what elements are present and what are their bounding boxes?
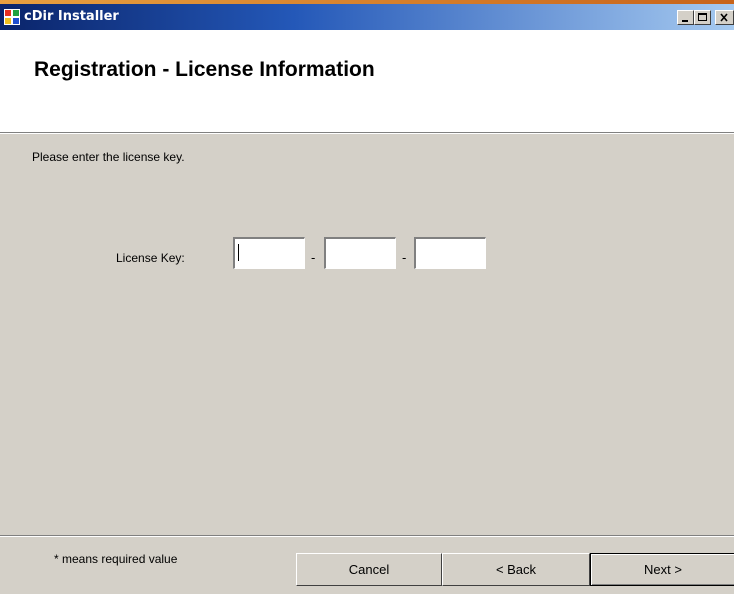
installer-app-icon [4,9,20,25]
instructions-text: Please enter the license key. [32,150,185,164]
close-button[interactable] [715,10,734,25]
cancel-button[interactable]: Cancel [296,553,442,586]
title-bar[interactable]: cDir Installer [0,4,734,30]
footer-divider-highlight [0,536,734,537]
license-key-part-2-input[interactable] [324,237,396,269]
page-title: Registration - License Information [34,58,375,81]
next-button[interactable]: Next > [590,553,734,586]
wizard-header: Registration - License Information [0,30,734,132]
back-button[interactable]: < Back [442,553,590,586]
installer-window: cDir Installer Registration - License In… [0,0,734,594]
close-icon [720,13,728,22]
license-key-part-3-input[interactable] [414,237,486,269]
license-key-part-1-input[interactable] [233,237,305,269]
required-value-note: * means required value [54,552,178,566]
key-separator: - [311,250,316,265]
maximize-button[interactable] [694,10,711,25]
maximize-icon [698,13,707,21]
window-title: cDir Installer [24,9,119,24]
minimize-icon [682,20,688,22]
minimize-button[interactable] [677,10,694,25]
text-caret [238,244,239,261]
license-key-label: License Key: [116,251,185,265]
header-divider-highlight [0,133,734,134]
key-separator: - [402,250,407,265]
